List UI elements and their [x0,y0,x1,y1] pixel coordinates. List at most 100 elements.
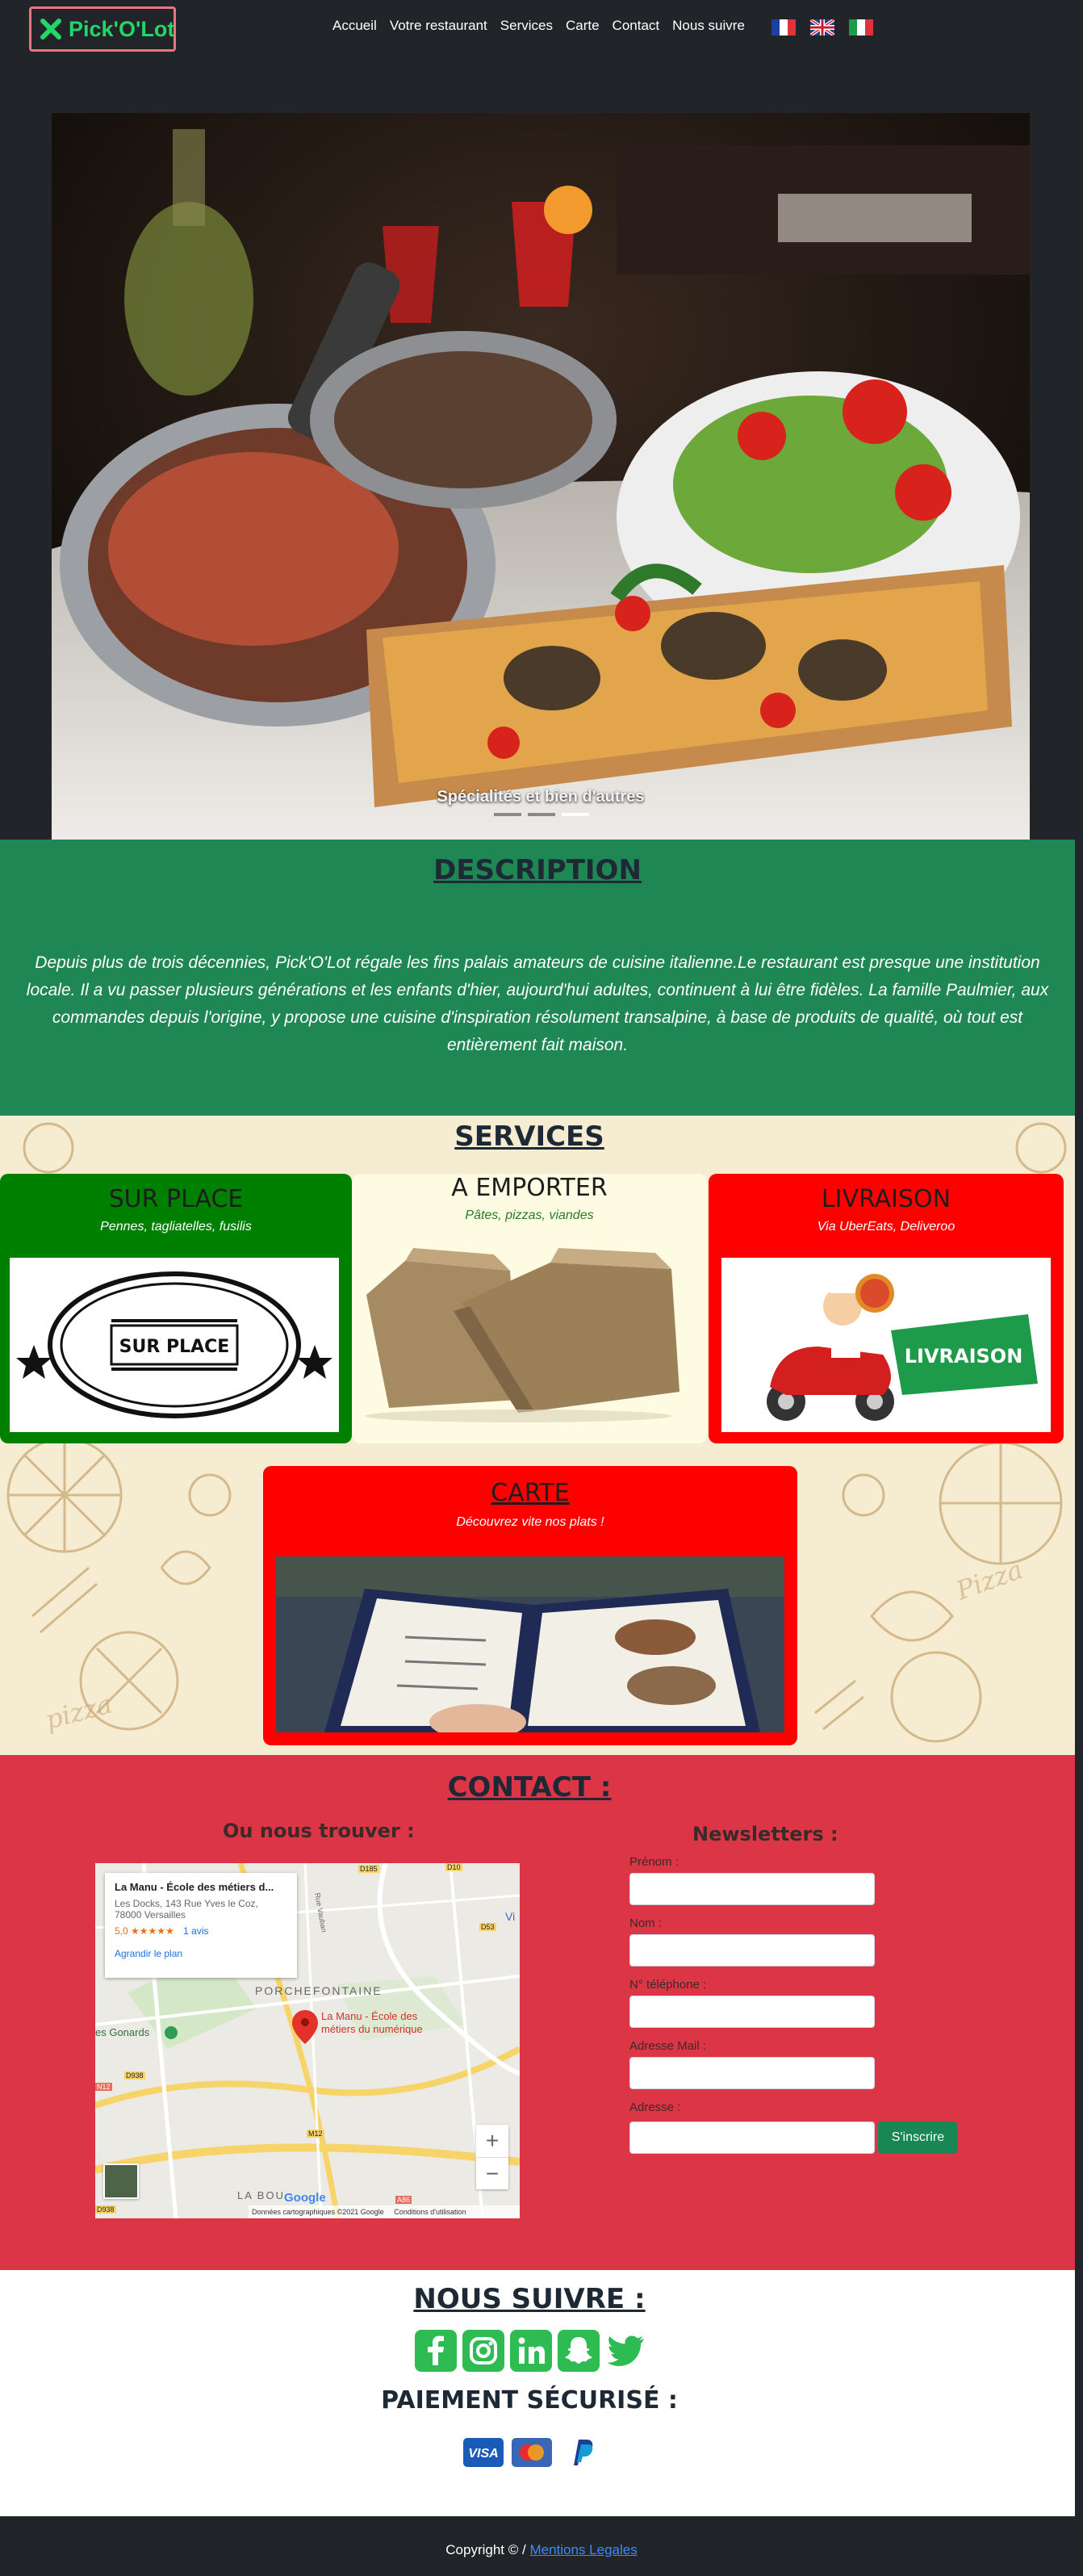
map-district-label: PORCHEFONTAINE [255,1984,383,1997]
description-title: DESCRIPTION [433,854,642,886]
pizza-pattern-text-1: pizza [42,1688,115,1735]
linkedin-icon[interactable] [510,2330,552,2372]
map-road-label-1: D185 [358,1865,379,1873]
map-address-line1: Les Docks, 143 Rue Yves le Coz, [115,1898,258,1909]
service-title-a-emporter: A EMPORTER [451,1174,608,1202]
carousel-slide-image: Spécialités et bien d'autres [52,113,1030,852]
map-road-label-4: D938 [124,2071,145,2080]
service-card-sur-place[interactable]: SUR PLACE Pennes, tagliatelles, fusilis … [0,1174,352,1443]
email-field[interactable] [629,2057,875,2089]
map-zoom-in-button[interactable]: + [476,2125,508,2157]
address-label: Adresse : [629,2101,681,2114]
map-terms-link[interactable]: Conditions d'utilisation [394,2208,466,2216]
map-road-label-6: A86 [395,2196,412,2204]
map-road-label-7: N12 [95,2083,112,2091]
legal-notice-link[interactable]: Mentions Legales [529,2542,637,2557]
lastname-label: Nom : [629,1916,663,1930]
brand-name: Pick'O'Lot [69,16,175,41]
map-satellite-toggle[interactable] [103,2163,139,2199]
phone-field[interactable] [629,1996,875,2028]
facebook-icon[interactable] [415,2330,457,2372]
service-card-a-emporter[interactable]: A EMPORTER Pâtes, pizzas, viandes [352,1174,707,1443]
map-address-line2: 78000 Versailles [115,1909,186,1920]
nav-link-carte[interactable]: Carte [566,18,600,34]
contact-section: CONTACT : Ou nous trouver : PORCHEFONTAI… [0,1755,1075,2270]
map-pin-label-line2: métiers du numérique [321,2023,423,2035]
map-reviews-link[interactable]: 1 avis [183,1925,208,1937]
nav-link-accueil[interactable]: Accueil [332,18,377,34]
nav-link-contact[interactable]: Contact [613,18,660,34]
carte-card[interactable]: CARTE Découvrez vite nos plats ! [263,1466,797,1745]
twitter-icon[interactable] [605,2330,647,2372]
firstname-field[interactable] [629,1873,875,1905]
service-subtitle-a-emporter: Pâtes, pizzas, viandes [465,1208,594,1222]
google-logo: Google [284,2191,326,2205]
services-title: SERVICES [454,1120,604,1153]
livraison-image-text: LIVRAISON [905,1345,1023,1368]
map-road-label-5: M12 [307,2130,324,2138]
italian-dishes-photo [52,113,1030,852]
french-flag-icon[interactable] [771,19,796,36]
newsletter-title: Newsletters : [692,1823,838,1845]
snapchat-icon[interactable] [558,2330,600,2372]
firstname-label: Prénom : [629,1855,679,1869]
uk-flag-icon[interactable] [810,19,834,36]
social-links [415,2330,647,2372]
paper-bags-image [365,1248,679,1422]
carte-subtitle: Découvrez vite nos plats ! [456,1515,604,1529]
description-text: Depuis plus de trois décennies, Pick'O'L… [26,953,1049,1054]
map-enlarge-link[interactable]: Agrandir le plan [115,1948,287,1959]
subscribe-button[interactable]: S'inscrire [878,2122,958,2154]
copyright-text: Copyright © / [445,2542,530,2557]
map-road-label-3: D53 [479,1923,496,1931]
carousel-indicator-1[interactable] [494,813,521,816]
map-road-label-8: D938 [95,2205,116,2214]
menu-photo [276,1556,784,1732]
nav-link-votre-restaurant[interactable]: Votre restaurant [390,18,487,34]
address-field[interactable] [629,2121,875,2154]
map-pin-label: La Manu - École des métiers du numérique [321,2010,423,2036]
services-section: pizza Pizza SERVICES SUR PLACE Pennes, t… [0,1116,1075,1755]
map-rating-stars: ★★★★★ [131,1925,174,1937]
map-area-left: es Gonards [95,2026,150,2038]
page-footer: Copyright © / Mentions Legales [0,2516,1083,2576]
sur-place-emblem: SUR PLACE [16,1271,332,1418]
map-corner-label: Vi [505,1910,516,1923]
lastname-field[interactable] [629,1934,875,1967]
language-switcher [771,19,873,36]
follow-section: NOUS SUIVRE : PAIEMENT SÉCURISÉ : VISA [0,2270,1075,2516]
map-attribution: Données cartographiques ©2021 Google Con… [249,2205,520,2218]
map-place-name: La Manu - École des métiers d... [115,1881,274,1893]
phone-label: N° téléphone : [629,1978,707,1992]
find-us-title: Ou nous trouver : [223,1820,415,1842]
brand-logo[interactable]: Pick'O'Lot [29,6,176,52]
map-road-label-2: D10 [445,1863,462,1871]
nav-link-nous-suivre[interactable]: Nous suivre [672,18,745,34]
service-card-livraison[interactable]: LIVRAISON Via UberEats, Deliveroo LIVRAI… [709,1174,1064,1443]
email-label: Adresse Mail : [629,2039,707,2053]
contact-title: CONTACT : [447,1771,612,1803]
payment-methods: VISA [463,2438,600,2467]
livraison-image: LIVRAISON [721,1258,1051,1432]
utensils-cross-icon [40,17,62,41]
map-pin-label-line1: La Manu - École des [321,2010,418,2022]
map-place-card: La Manu - École des métiers d... Les Doc… [105,1873,297,1978]
map-credits: Données cartographiques ©2021 Google [252,2208,384,2216]
newsletter-form: Prénom : Nom : N° téléphone : Adresse Ma… [629,1855,958,2165]
sur-place-image-text: SUR PLACE [119,1337,230,1357]
map-zoom-out-button[interactable]: − [476,2157,508,2189]
svg-text:VISA: VISA [468,2447,498,2461]
map-zoom-controls: + − [476,2125,508,2189]
carousel-indicator-3[interactable] [562,813,589,816]
carousel-indicator-2[interactable] [528,813,555,816]
service-subtitle-livraison: Via UberEats, Deliveroo [817,1220,955,1234]
map-rating: 5,0 [115,1925,128,1937]
google-map-embed[interactable]: PORCHEFONTAINE La Manu - École des métie… [95,1863,520,2218]
nav-link-services[interactable]: Services [500,18,553,34]
sur-place-image: SUR PLACE [10,1258,339,1432]
hero-carousel: Spécialités et bien d'autres [0,57,1083,852]
paypal-icon [560,2438,600,2467]
service-title-livraison: LIVRAISON [821,1185,951,1213]
instagram-icon[interactable] [462,2330,504,2372]
italian-flag-icon[interactable] [849,19,873,36]
